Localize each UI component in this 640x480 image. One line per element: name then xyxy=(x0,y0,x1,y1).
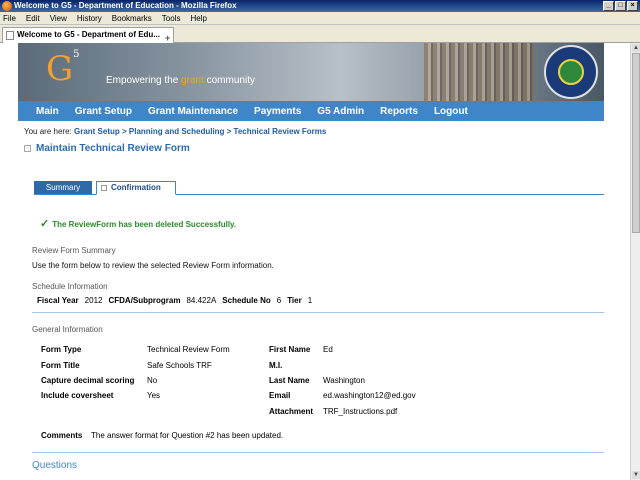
menu-history[interactable]: History xyxy=(76,14,103,23)
schedule-no-value: 6 xyxy=(276,296,282,305)
menu-view[interactable]: View xyxy=(49,14,68,23)
cfda-value: 84.422A xyxy=(186,296,217,305)
tab-summary[interactable]: Summary xyxy=(34,181,92,194)
general-info-heading: General Information xyxy=(32,325,103,334)
tier-label: Tier xyxy=(287,296,302,305)
tier-value: 1 xyxy=(307,296,313,305)
schedule-no-label: Schedule No xyxy=(222,296,271,305)
window-titlebar: Welcome to G5 - Department of Education … xyxy=(0,0,640,12)
page-viewport: G5 Empowering the grant community Main G… xyxy=(0,43,630,480)
breadcrumb-path[interactable]: Grant Setup > Planning and Scheduling > … xyxy=(74,127,326,136)
questions-heading: Questions xyxy=(32,460,78,471)
review-summary-text: Use the form below to review the selecte… xyxy=(32,261,274,270)
success-message: ✓ The ReviewForm has been deleted Success… xyxy=(40,218,237,230)
nav-main[interactable]: Main xyxy=(36,106,59,117)
divider xyxy=(32,312,604,313)
divider xyxy=(32,452,604,453)
g5-banner: G5 Empowering the grant community xyxy=(18,43,604,101)
scroll-down-icon[interactable]: ▼ xyxy=(632,471,640,479)
nav-g5-admin[interactable]: G5 Admin xyxy=(317,106,364,117)
banner-tagline: Empowering the grant community xyxy=(106,75,255,86)
attachment-value[interactable]: TRF_Instructions.pdf xyxy=(323,407,397,416)
window-title: Welcome to G5 - Department of Education … xyxy=(14,1,237,10)
schedule-heading: Schedule Information xyxy=(32,282,108,291)
browser-tab[interactable]: Welcome to G5 - Department of Edu... + xyxy=(2,27,174,43)
first-name-value: Ed xyxy=(323,345,333,354)
menu-edit[interactable]: Edit xyxy=(25,14,41,23)
review-summary-heading: Review Form Summary xyxy=(32,246,116,255)
attachment-label: Attachment xyxy=(269,407,314,416)
last-name-value: Washington xyxy=(323,376,365,385)
firefox-icon xyxy=(2,1,12,11)
nav-grant-maintenance[interactable]: Grant Maintenance xyxy=(148,106,238,117)
coversheet-label: Include coversheet xyxy=(41,391,114,400)
comments-value: The answer format for Question #2 has be… xyxy=(91,431,284,440)
menu-file[interactable]: File xyxy=(2,14,17,23)
form-title-value: Safe Schools TRF xyxy=(147,361,212,370)
tab-confirmation[interactable]: Confirmation xyxy=(96,181,176,195)
expand-icon[interactable] xyxy=(24,144,31,152)
maximize-button[interactable]: □ xyxy=(615,1,626,11)
scroll-up-icon[interactable]: ▲ xyxy=(632,44,640,52)
form-type-value: Technical Review Form xyxy=(147,345,230,354)
menu-bookmarks[interactable]: Bookmarks xyxy=(111,14,153,23)
minimize-button[interactable]: _ xyxy=(603,1,614,11)
page-icon xyxy=(101,185,107,191)
first-name-label: First Name xyxy=(269,345,311,354)
page-icon xyxy=(6,31,14,40)
nav-logout[interactable]: Logout xyxy=(434,106,468,117)
fiscal-year-label: Fiscal Year xyxy=(37,296,79,305)
menu-tools[interactable]: Tools xyxy=(161,14,182,23)
page-title: Maintain Technical Review Form xyxy=(36,143,190,154)
decimal-scoring-value: No xyxy=(147,376,158,385)
menu-help[interactable]: Help xyxy=(189,14,207,23)
g5-logo: G5 xyxy=(46,49,80,89)
scrollbar-thumb[interactable] xyxy=(632,53,640,233)
library-shelves-image xyxy=(424,43,534,101)
nav-payments[interactable]: Payments xyxy=(254,106,301,117)
nav-reports[interactable]: Reports xyxy=(380,106,418,117)
seal-tree-icon xyxy=(558,59,584,85)
fiscal-year-value: 2012 xyxy=(84,296,103,305)
form-tabs: Summary Confirmation xyxy=(34,181,604,195)
menu-bar: File Edit View History Bookmarks Tools H… xyxy=(0,12,640,25)
nav-grant-setup[interactable]: Grant Setup xyxy=(75,106,132,117)
department-seal-icon xyxy=(544,45,598,99)
form-title-label: Form Title xyxy=(41,361,80,370)
breadcrumb-prefix: You are here: xyxy=(24,127,72,136)
page-title-row: Maintain Technical Review Form xyxy=(24,143,190,154)
browser-tab-label: Welcome to G5 - Department of Edu... xyxy=(17,30,160,39)
schedule-info-row: Fiscal Year 2012 CFDA/Subprogram 84.422A… xyxy=(37,296,312,305)
email-label: Email xyxy=(269,391,291,400)
vertical-scrollbar[interactable]: ▲ ▼ xyxy=(630,43,640,480)
coversheet-value: Yes xyxy=(147,391,161,400)
last-name-label: Last Name xyxy=(269,376,310,385)
breadcrumb: You are here: Grant Setup > Planning and… xyxy=(24,127,326,136)
close-button[interactable]: × xyxy=(627,1,638,11)
checkmark-icon: ✓ xyxy=(40,218,50,230)
decimal-scoring-label: Capture decimal scoring xyxy=(41,376,135,385)
cfda-label: CFDA/Subprogram xyxy=(108,296,181,305)
window-controls: _ □ × xyxy=(603,1,638,11)
browser-tab-bar: Welcome to G5 - Department of Edu... + xyxy=(0,25,640,43)
main-nav: Main Grant Setup Grant Maintenance Payme… xyxy=(18,101,604,121)
email-value[interactable]: ed.washington12@ed.gov xyxy=(323,391,416,400)
tab-confirmation-label: Confirmation xyxy=(111,183,161,192)
comments-label: Comments xyxy=(41,431,83,440)
form-type-label: Form Type xyxy=(41,345,82,354)
mi-label: M.I. xyxy=(269,361,283,370)
